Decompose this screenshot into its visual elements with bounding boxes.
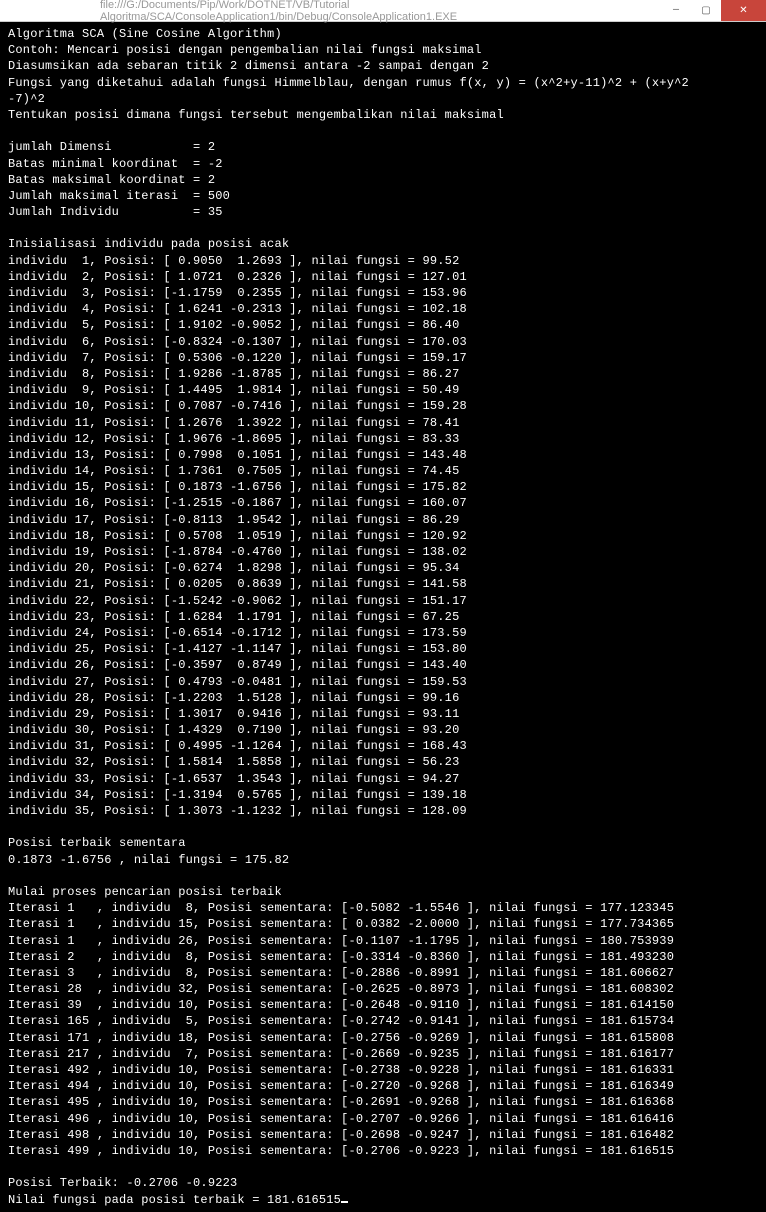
maximize-button[interactable]: ▢ — [691, 0, 721, 21]
window-titlebar: file:///G:/Documents/Pip/Work/DOTNET/VB/… — [0, 0, 766, 22]
close-button[interactable]: ✕ — [721, 0, 766, 21]
minimize-button[interactable]: — — [661, 0, 691, 21]
cursor — [341, 1201, 348, 1203]
window-title: file:///G:/Documents/Pip/Work/DOTNET/VB/… — [0, 0, 661, 23]
window-controls: — ▢ ✕ — [661, 0, 766, 21]
console-output: Algoritma SCA (Sine Cosine Algorithm) Co… — [0, 22, 766, 1212]
